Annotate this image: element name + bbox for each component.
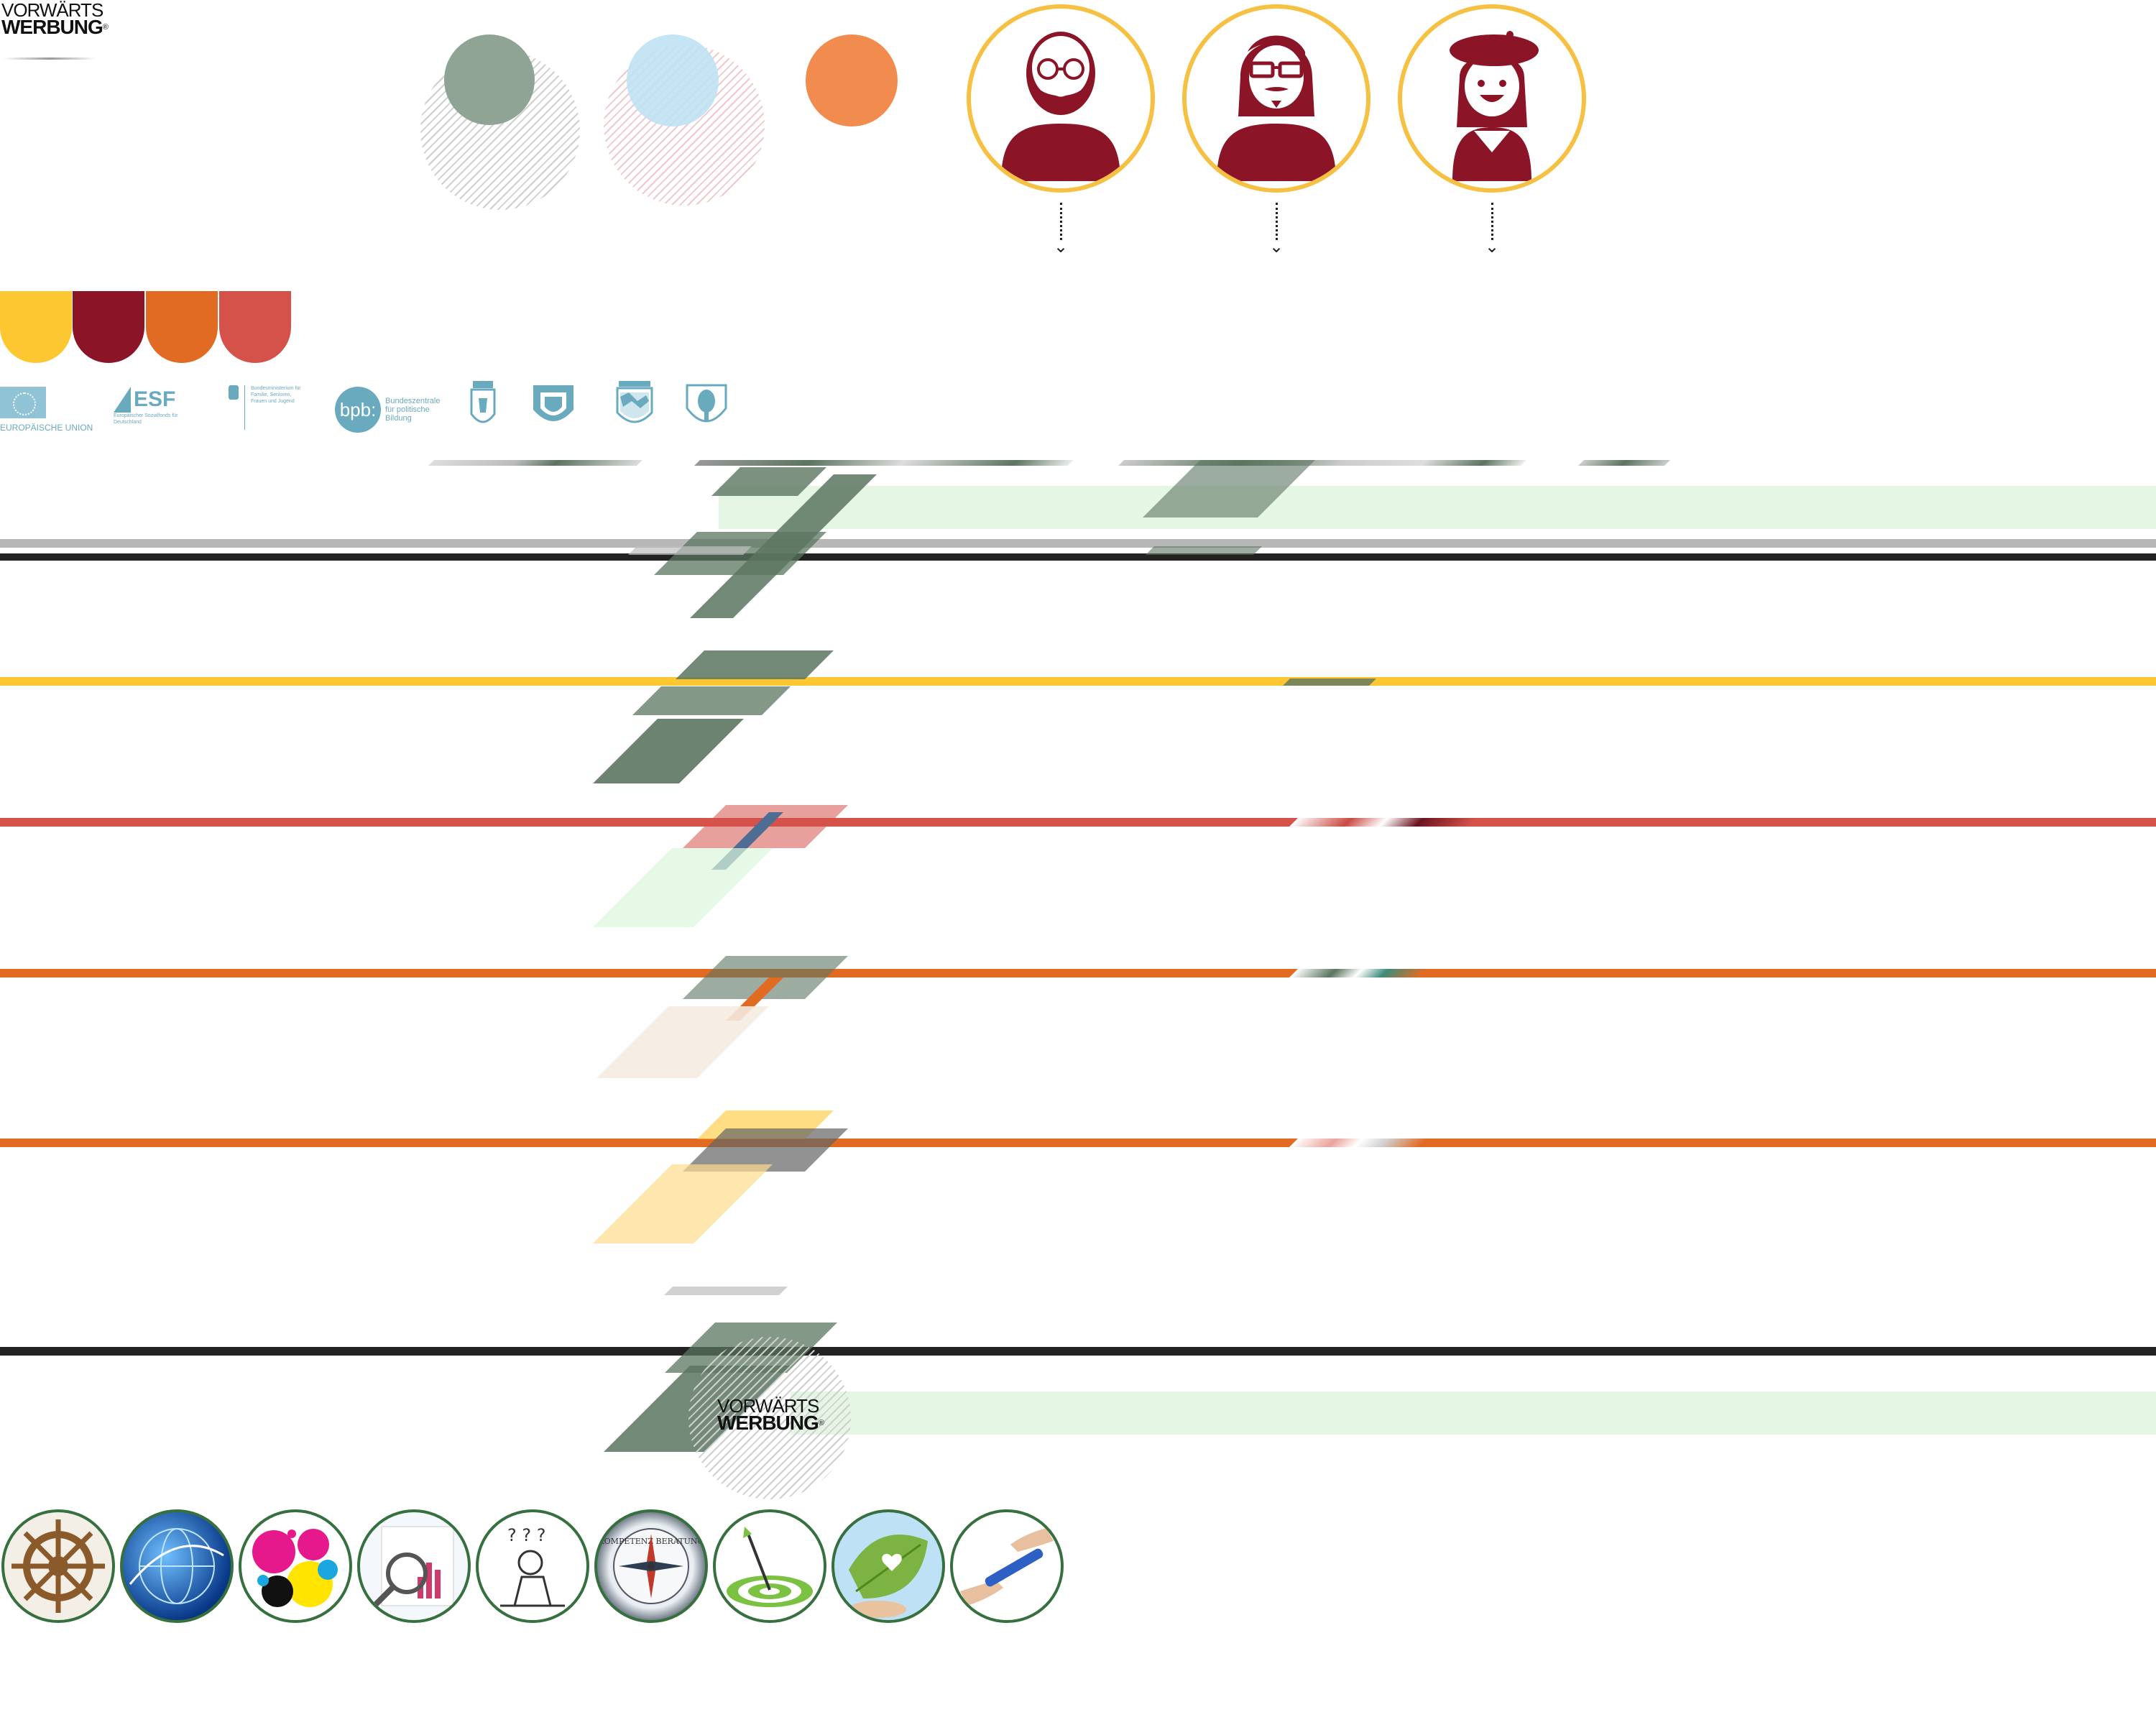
dash-shape [694,460,1074,466]
diag-block [632,686,791,715]
diag-block [1283,678,1376,686]
man-glasses-long-hair-icon [1217,35,1336,181]
yellow-stripe [0,677,2156,686]
confused-person-icon[interactable]: ? ? ? [476,1509,589,1623]
compass-icon[interactable]: KOMPETENZ BERATUNG [594,1509,708,1623]
logo-line2: WERBUNG® [1,16,109,38]
eagle-icon [229,385,239,400]
bpb-circle: bpb: [335,387,381,433]
avatar-2[interactable] [1182,4,1370,193]
ship-wheel-icon[interactable] [1,1509,115,1623]
eu-label: EUROPÄISCHE UNION [0,423,93,433]
diag-block [593,719,744,783]
diag-block [664,1287,788,1295]
diag-block [1146,546,1262,555]
svg-text:? ? ?: ? ? ? [507,1525,545,1545]
magnifier-chart-icon[interactable] [357,1509,471,1623]
dash-shape [428,460,642,466]
sky-circle [627,34,719,126]
thuringia-crest-icon[interactable] [530,380,576,431]
esf-label: ESF [134,387,176,411]
swatch-yellow[interactable] [0,291,72,363]
brand-logo[interactable]: VORWÄRTS WERBUNG® [1,1,109,38]
brand-logo-bottom[interactable]: VORWÄRTS WERBUNG® [717,1397,824,1434]
diag-block [1289,818,1478,827]
leaf-heart-icon[interactable] [831,1509,945,1623]
eu-logo[interactable]: EUROPÄISCHE UNION [0,387,93,433]
relay-baton-icon[interactable] [950,1509,1064,1623]
dash-shape [1578,460,1670,466]
black-stripe-top [0,553,2156,561]
ministry-label: Bundesministerium für Familie, Senioren,… [251,386,301,404]
diag-block [593,1164,773,1243]
arrow-down-icon: ⌄ [1485,203,1499,256]
globe-network-icon[interactable] [120,1509,234,1623]
peach-circle [806,34,898,126]
berlin-crest-icon[interactable] [469,380,497,431]
orange-stripe-1 [0,969,2156,978]
target-dart-icon[interactable] [713,1509,826,1623]
diag-block [1289,969,1427,978]
avatar-1[interactable] [967,4,1155,193]
swatch-bordeaux[interactable] [73,291,144,363]
bpb-logo[interactable]: bpb: Bundeszentrale für politische Bildu… [335,387,450,433]
bpb-sub: Bundeszentrale für politische Bildung [385,397,441,423]
diag-block [596,1006,769,1078]
logo-line2: WERBUNG® [717,1412,824,1434]
ministry-logo[interactable]: Bundesministerium für Familie, Senioren,… [229,385,305,430]
swatch-coral[interactable] [219,291,291,363]
paint-splash-icon[interactable] [239,1509,352,1623]
mint-band-top [719,486,2156,529]
sage-circle [444,34,535,125]
diag-block [676,650,834,679]
esf-sail-icon [114,387,131,413]
augsburg-crest-icon[interactable] [684,380,729,431]
coral-stripe [0,818,2156,827]
woman-beret-icon [1450,31,1539,181]
diag-block [628,546,752,555]
avatar-3[interactable] [1398,4,1586,193]
esf-logo[interactable]: ESF Europäischer Sozialfonds für Deutsch… [114,387,185,426]
dash-shape [1118,460,1526,466]
eu-flag-icon [0,387,46,418]
gray-stripe [0,539,2156,548]
orange-stripe-2 [0,1138,2156,1147]
diag-block [593,848,773,927]
black-stripe-bottom [0,1347,2156,1356]
swatch-orange[interactable] [146,291,218,363]
mint-band-bottom [791,1392,2156,1435]
esf-sub: Europäischer Sozialfonds für Deutschland [114,413,178,425]
arrow-down-icon: ⌄ [1269,203,1284,256]
bald-man-glasses-icon [1001,32,1120,181]
arrow-down-icon: ⌄ [1054,203,1068,256]
diag-block [1289,1138,1427,1147]
logo-underline [3,58,96,60]
bavaria-crest-icon[interactable] [614,380,655,431]
